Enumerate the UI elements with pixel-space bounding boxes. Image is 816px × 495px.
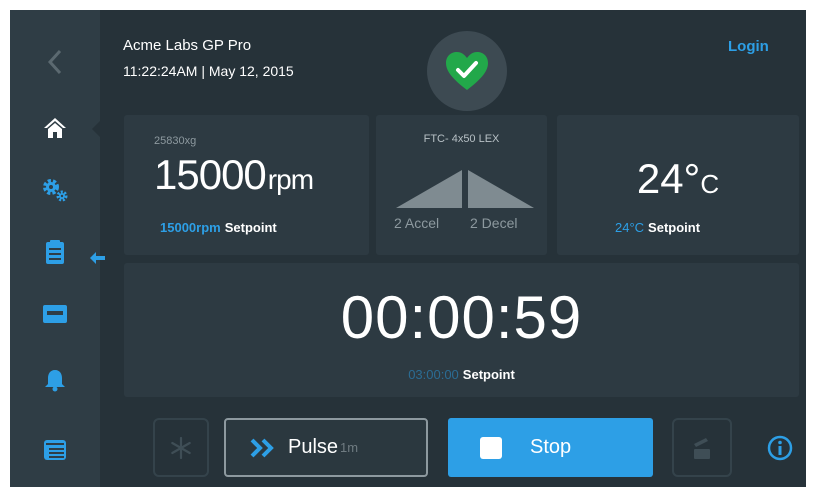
display-panel-icon bbox=[43, 305, 67, 323]
device-name: Acme Labs GP Pro bbox=[123, 37, 252, 54]
pulse-duration: 1m bbox=[340, 440, 359, 455]
arrow-left-icon bbox=[90, 252, 105, 264]
sidebar-item-log[interactable] bbox=[32, 232, 78, 272]
timer-value: 00:00:59 bbox=[340, 284, 583, 351]
sidebar-item-alarms[interactable] bbox=[32, 360, 78, 400]
sidebar-item-settings[interactable] bbox=[32, 170, 78, 210]
decel-ramp-icon bbox=[468, 170, 534, 208]
list-card-icon bbox=[44, 440, 66, 460]
collapse-sidebar-button[interactable] bbox=[90, 251, 106, 270]
speed-number: 15000 bbox=[154, 151, 267, 198]
date-time: 11:22:24AM | May 12, 2015 bbox=[123, 63, 294, 79]
lid-button[interactable] bbox=[672, 418, 732, 477]
sidebar-item-programs[interactable] bbox=[32, 294, 78, 334]
stop-square-icon bbox=[480, 436, 502, 459]
speed-setpoint-value: 15000rpm bbox=[160, 220, 221, 235]
temperature-number: 24° bbox=[636, 155, 701, 202]
accel-ramp-icon bbox=[396, 170, 462, 208]
back-arrow-icon bbox=[47, 49, 62, 75]
gears-icon bbox=[43, 179, 68, 202]
rotor-panel[interactable]: FTC- 4x50 LEX 2 Accel 2 Decel bbox=[376, 115, 547, 255]
info-icon bbox=[767, 435, 793, 460]
temperature-setpoint: 24°C Setpoint bbox=[615, 220, 700, 235]
heart-check-icon bbox=[446, 52, 488, 90]
stop-label: Stop bbox=[530, 436, 572, 458]
status-indicator bbox=[427, 31, 507, 111]
pulse-button[interactable]: Pulse 1m bbox=[224, 418, 428, 477]
pulse-label: Pulse bbox=[288, 436, 339, 458]
cooling-button[interactable] bbox=[153, 418, 209, 477]
temperature-value: 24°C bbox=[557, 155, 799, 203]
speed-setpoint-label: Setpoint bbox=[224, 220, 277, 235]
snowflake-icon bbox=[171, 436, 191, 459]
rotor-name: FTC- 4x50 LEX bbox=[423, 133, 500, 145]
clipboard-icon bbox=[46, 240, 64, 264]
active-indicator bbox=[92, 120, 101, 138]
login-link[interactable]: Login bbox=[728, 38, 769, 55]
decel-label: 2 Decel bbox=[470, 215, 518, 231]
temperature-setpoint-value: 24°C bbox=[615, 220, 645, 235]
temperature-panel[interactable]: 24°C 24°C Setpoint bbox=[557, 115, 799, 255]
timer-setpoint-value: 03:00:00 bbox=[408, 367, 459, 382]
speed-setpoint: 15000rpm Setpoint bbox=[160, 220, 277, 235]
temperature-setpoint-label: Setpoint bbox=[648, 220, 701, 235]
app-screen: Acme Labs GP Pro 11:22:24AM | May 12, 20… bbox=[10, 10, 806, 487]
g-force-value: 25830xg bbox=[154, 135, 197, 147]
temperature-unit: C bbox=[700, 169, 720, 199]
home-icon bbox=[44, 118, 66, 138]
speed-unit: rpm bbox=[267, 164, 314, 195]
speed-value: 15000rpm bbox=[154, 151, 314, 199]
timer-panel[interactable]: 00:00:59 03:00:00 Setpoint bbox=[124, 263, 799, 397]
lid-open-icon bbox=[694, 437, 710, 459]
sidebar bbox=[10, 10, 100, 487]
double-chevron-icon bbox=[250, 438, 274, 457]
speed-panel[interactable]: 25830xg 15000rpm 15000rpm Setpoint bbox=[124, 115, 369, 255]
accel-label: 2 Accel bbox=[394, 215, 440, 231]
bell-icon bbox=[45, 370, 65, 392]
timer-setpoint-label: Setpoint bbox=[462, 367, 515, 382]
info-button[interactable] bbox=[765, 418, 795, 477]
back-button[interactable] bbox=[32, 42, 78, 82]
sidebar-item-home[interactable] bbox=[32, 108, 78, 148]
sidebar-item-files[interactable] bbox=[32, 430, 78, 470]
timer-setpoint: 03:00:00 Setpoint bbox=[124, 367, 799, 382]
stop-button[interactable]: Stop bbox=[448, 418, 653, 477]
